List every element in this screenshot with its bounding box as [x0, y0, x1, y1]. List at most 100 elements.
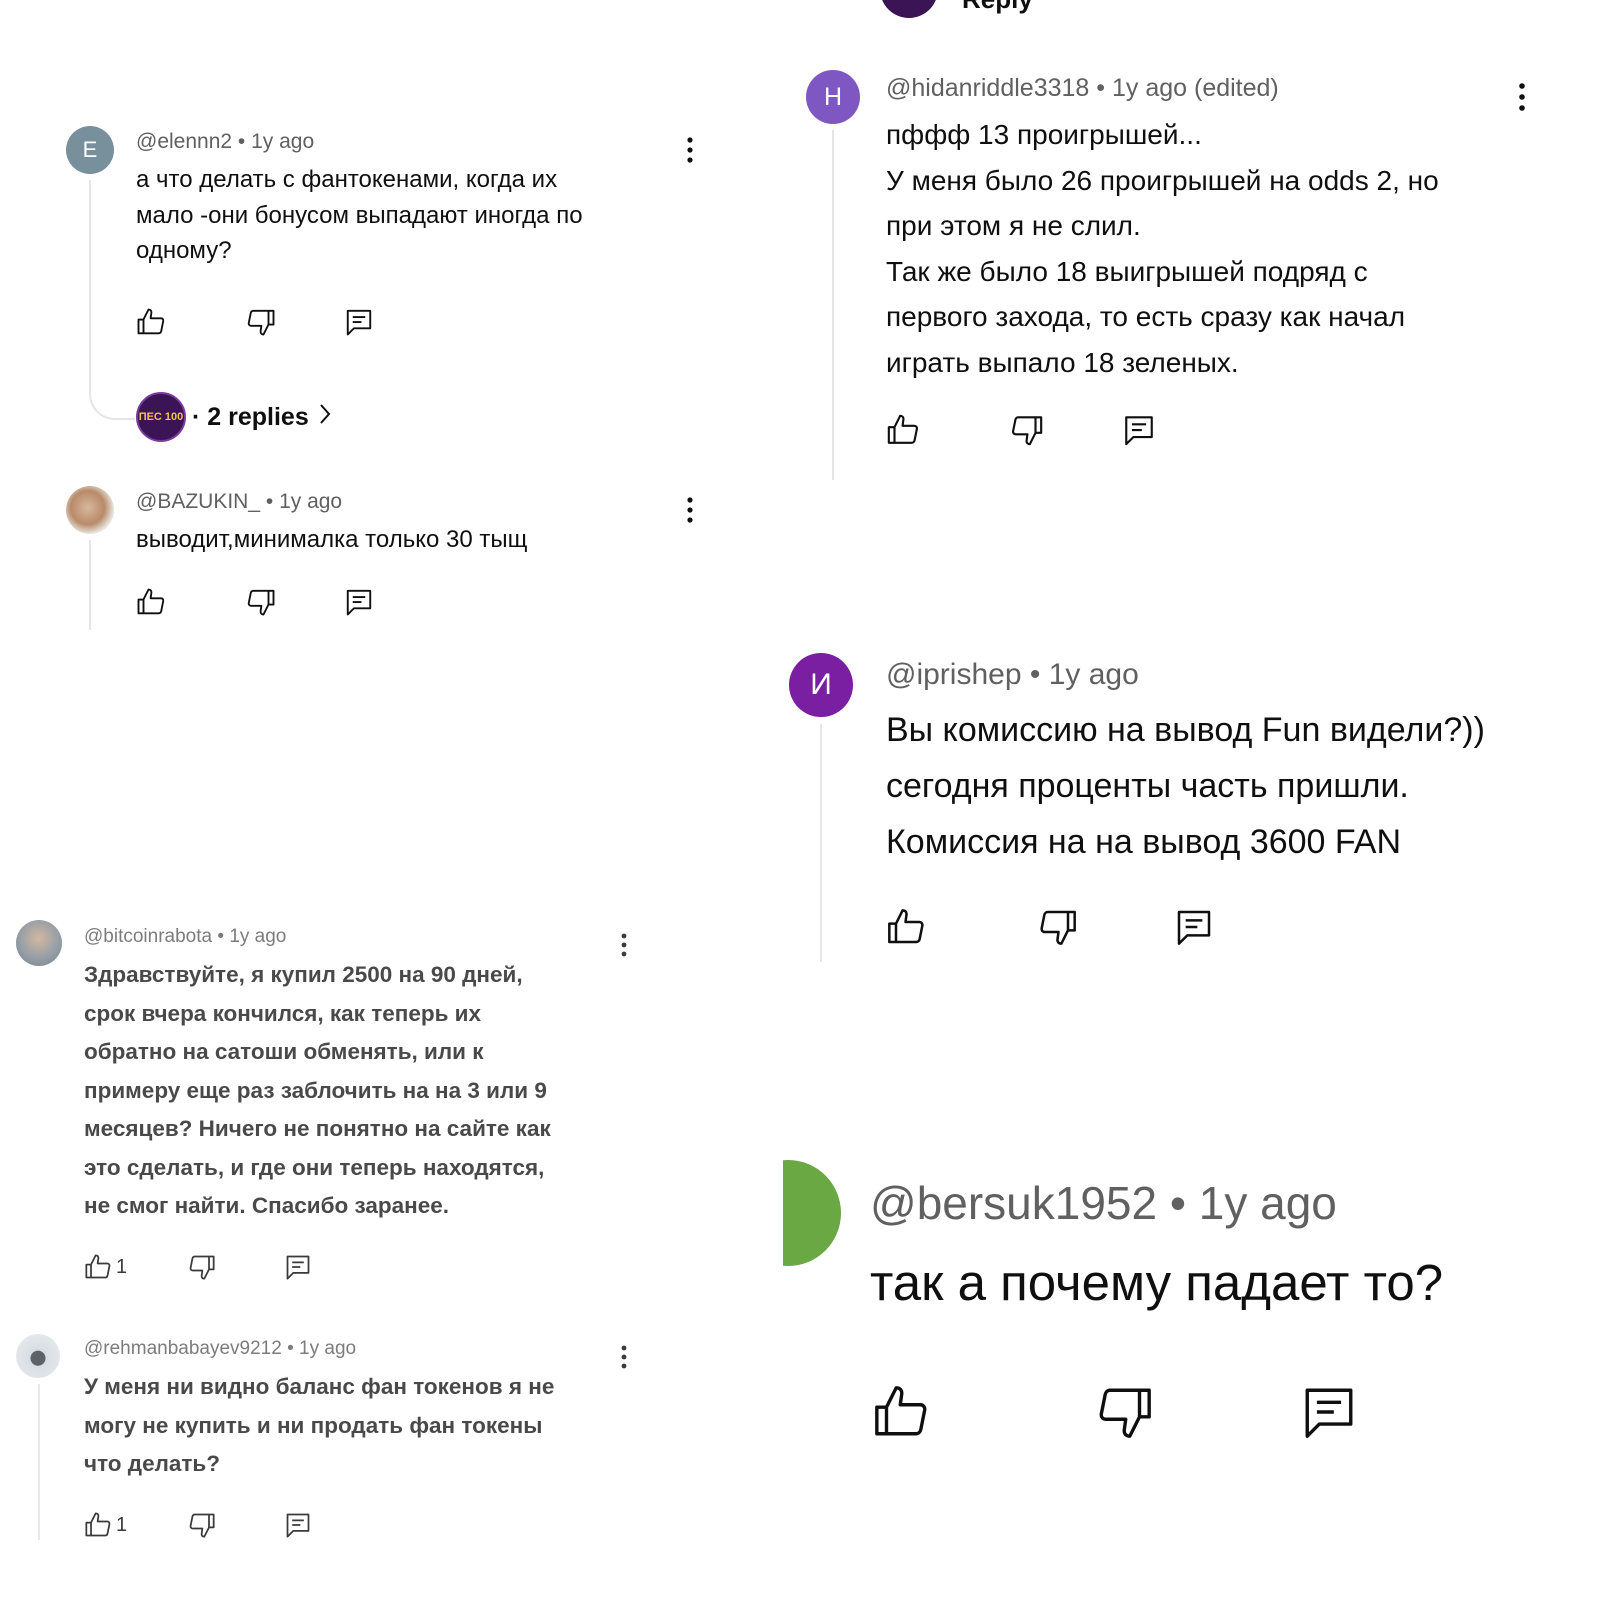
thread-line	[89, 540, 91, 630]
reply-icon	[286, 1255, 310, 1280]
thumbs-down-icon	[189, 1255, 215, 1280]
comment-meta: @hidanriddle3318 • 1y ago (edited)	[886, 74, 1279, 103]
reply-button[interactable]	[1122, 412, 1156, 448]
username[interactable]: @bersuk1952	[870, 1177, 1157, 1229]
thumbs-up-icon	[137, 588, 165, 615]
comment-actions	[136, 306, 374, 338]
reply-icon	[346, 589, 372, 616]
timestamp[interactable]: 1y ago	[279, 490, 342, 513]
like-button[interactable]	[886, 412, 1010, 448]
thumbs-down-icon	[1040, 910, 1076, 945]
comment-meta: @elennn2 • 1y ago	[136, 130, 314, 154]
thumbs-down-icon	[1099, 1388, 1151, 1438]
like-count: 1	[116, 1255, 128, 1278]
separator-dot: •	[1169, 1177, 1186, 1229]
reply-button[interactable]	[284, 1252, 312, 1282]
reply-button-fragment[interactable]: Reply	[962, 0, 1033, 15]
thread-line	[820, 724, 822, 962]
comment-text: Вы комиссию на вывод Fun видели?)) сегод…	[886, 711, 1485, 861]
comment-text: пффф 13 проигрышей... У меня было 26 про…	[886, 119, 1439, 378]
separator-dot: •	[287, 1338, 294, 1359]
comment-text: а что делать с фантокенами, когда их мал…	[136, 166, 583, 265]
avatar[interactable]	[16, 920, 62, 966]
chevron-right-icon	[319, 403, 331, 432]
reply-button[interactable]	[1300, 1382, 1358, 1442]
avatar-letter: H	[823, 82, 843, 111]
comment-text: У меня ни видно баланс фан токенов я не …	[84, 1374, 555, 1476]
comment-text: Здравствуйте, я купил 2500 на 90 дней, с…	[84, 962, 551, 1218]
username[interactable]: @iprishep	[886, 658, 1022, 691]
timestamp[interactable]: 1y ago	[299, 1338, 356, 1359]
like-button[interactable]	[886, 906, 1038, 948]
thumbs-up-icon	[85, 1254, 111, 1279]
avatar-clip	[783, 1160, 843, 1280]
like-count: 1	[116, 1513, 128, 1536]
comment-meta: @BAZUKIN_ • 1y ago	[136, 490, 342, 514]
username[interactable]: @bitcoinrabota	[84, 926, 212, 947]
avatar-letter: И	[810, 668, 832, 701]
dislike-button[interactable]	[188, 1252, 284, 1282]
avatar[interactable]: H	[806, 70, 860, 124]
comment-meta: @bitcoinrabota • 1y ago	[84, 926, 286, 948]
comment-actions: 1	[84, 1510, 312, 1540]
avatar[interactable]	[66, 486, 114, 534]
like-button[interactable]	[136, 586, 246, 618]
comment-text: так а почему падает то?	[870, 1254, 1444, 1311]
thumbs-up-icon	[85, 1512, 111, 1537]
avatar[interactable]	[783, 1160, 841, 1266]
timestamp[interactable]: 1y ago	[1049, 658, 1139, 691]
username[interactable]: @BAZUKIN_	[136, 490, 260, 513]
replier-avatar: ПЕС 100	[136, 392, 186, 442]
reply-button[interactable]	[344, 306, 374, 338]
thumbs-down-icon	[247, 589, 275, 616]
thumbs-down-icon	[189, 1513, 215, 1538]
username[interactable]: @rehmanbabayev9212	[84, 1338, 282, 1359]
view-replies-button[interactable]: ПЕС 100 · 2 replies	[136, 392, 331, 442]
comment-actions: 1	[84, 1252, 312, 1282]
timestamp[interactable]: 1y ago (edited)	[1112, 74, 1279, 102]
reply-button[interactable]	[1174, 906, 1214, 948]
reply-icon	[1177, 910, 1211, 945]
comment-actions	[886, 412, 1156, 448]
reply-icon	[286, 1513, 310, 1538]
dislike-button[interactable]	[1038, 906, 1174, 948]
reply-button[interactable]	[284, 1510, 312, 1540]
dislike-button[interactable]	[188, 1510, 284, 1540]
dislike-button[interactable]	[246, 306, 344, 338]
like-button[interactable]: 1	[84, 1510, 188, 1540]
separator-dot: •	[217, 926, 225, 947]
replies-count: · 2 replies	[192, 402, 309, 431]
avatar[interactable]: E	[66, 126, 114, 174]
dislike-button[interactable]	[1096, 1382, 1300, 1442]
avatar[interactable]	[16, 1334, 60, 1378]
thread-line	[38, 1384, 40, 1540]
separator-dot: •	[265, 490, 274, 513]
like-button[interactable]	[136, 306, 246, 338]
thumbs-up-icon	[875, 1386, 927, 1436]
username[interactable]: @elennn2	[136, 130, 232, 153]
reply-button[interactable]	[344, 586, 374, 618]
avatar[interactable]: И	[789, 653, 853, 717]
reply-icon	[1125, 416, 1153, 446]
like-button[interactable]: 1	[84, 1252, 188, 1282]
thumbs-up-icon	[888, 909, 924, 944]
separator-dot: •	[1029, 658, 1041, 691]
comment-meta: @rehmanbabayev9212 • 1y ago	[84, 1338, 356, 1360]
avatar-letter: E	[82, 137, 98, 162]
timestamp[interactable]: 1y ago	[251, 130, 314, 153]
thumbs-down-icon	[1012, 416, 1043, 446]
timestamp[interactable]: 1y ago	[1199, 1177, 1337, 1229]
comment-meta: @iprishep • 1y ago	[886, 658, 1139, 692]
dislike-button[interactable]	[246, 586, 344, 618]
avatar	[880, 0, 938, 18]
comment-text: выводит,минималка только 30 тыщ	[136, 526, 528, 553]
thumbs-down-icon	[247, 309, 275, 336]
comment-meta: @bersuk1952 • 1y ago	[870, 1176, 1337, 1230]
timestamp[interactable]: 1y ago	[229, 926, 286, 947]
like-button[interactable]	[872, 1382, 1096, 1442]
reply-icon	[1305, 1388, 1353, 1438]
thumbs-up-icon	[887, 414, 918, 444]
username[interactable]: @hidanriddle3318	[886, 74, 1089, 102]
thumbs-up-icon	[137, 308, 165, 335]
dislike-button[interactable]	[1010, 412, 1122, 448]
